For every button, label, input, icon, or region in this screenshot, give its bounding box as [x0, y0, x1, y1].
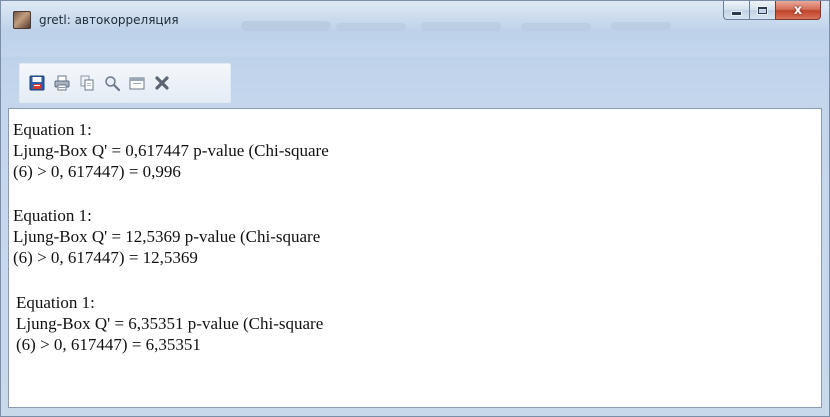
ljung-box-line: Ljung-Box Q' = 12,5369 p-value (Chi-squa… [13, 227, 321, 246]
ljung-box-line: Ljung-Box Q' = 6,35351 p-value (Chi-squa… [16, 314, 324, 333]
p-value-line: (6) > 0, 617447) = 0,996 [13, 162, 181, 181]
title-bar[interactable]: gretl: автокорреляция x [1, 1, 829, 57]
background-blur [611, 22, 671, 30]
copy-icon [80, 75, 94, 91]
result-block-3: Equation 1: Ljung-Box Q' = 6,35351 p-val… [16, 292, 323, 355]
p-value-line: (6) > 0, 617447) = 6,35351 [16, 335, 201, 354]
magnifier-icon [105, 76, 120, 91]
result-block-2: Equation 1: Ljung-Box Q' = 12,5369 p-val… [13, 205, 320, 268]
copy-button[interactable] [78, 74, 96, 92]
maximize-button[interactable] [749, 1, 776, 20]
output-text-area[interactable]: Equation 1: Ljung-Box Q' = 0,617447 p-va… [8, 108, 822, 408]
close-x-icon [155, 76, 169, 90]
minimize-button[interactable] [723, 1, 750, 20]
save-button[interactable] [28, 74, 46, 92]
ljung-box-line: Ljung-Box Q' = 0,617447 p-value (Chi-squ… [13, 141, 329, 160]
equation-label: Equation 1: [13, 206, 92, 225]
close-button[interactable]: x [775, 1, 821, 20]
save-icon [29, 75, 45, 91]
caption-buttons: x [723, 1, 821, 21]
equation-label: Equation 1: [13, 120, 92, 139]
equation-label: Equation 1: [16, 293, 95, 312]
background-blur [421, 22, 501, 31]
background-blur [336, 23, 406, 31]
print-icon [54, 75, 70, 91]
background-blur [241, 21, 331, 31]
minimize-icon [732, 11, 741, 15]
window-title: gretl: автокорреляция [39, 13, 179, 27]
close-icon: x [793, 2, 803, 18]
p-value-line: (6) > 0, 617447) = 12,5369 [13, 248, 198, 267]
gretl-app-icon[interactable] [13, 11, 31, 29]
find-button[interactable] [103, 74, 121, 92]
restore-button[interactable] [128, 74, 146, 92]
gretl-window: gretl: автокорреляция x Equation 1: Ljun… [0, 0, 830, 417]
maximize-icon [758, 6, 767, 14]
close-view-button[interactable] [153, 74, 171, 92]
window-icon [129, 77, 145, 90]
background-blur [521, 23, 591, 31]
toolbar [19, 63, 231, 103]
print-button[interactable] [53, 74, 71, 92]
result-block-1: Equation 1: Ljung-Box Q' = 0,617447 p-va… [13, 119, 329, 182]
